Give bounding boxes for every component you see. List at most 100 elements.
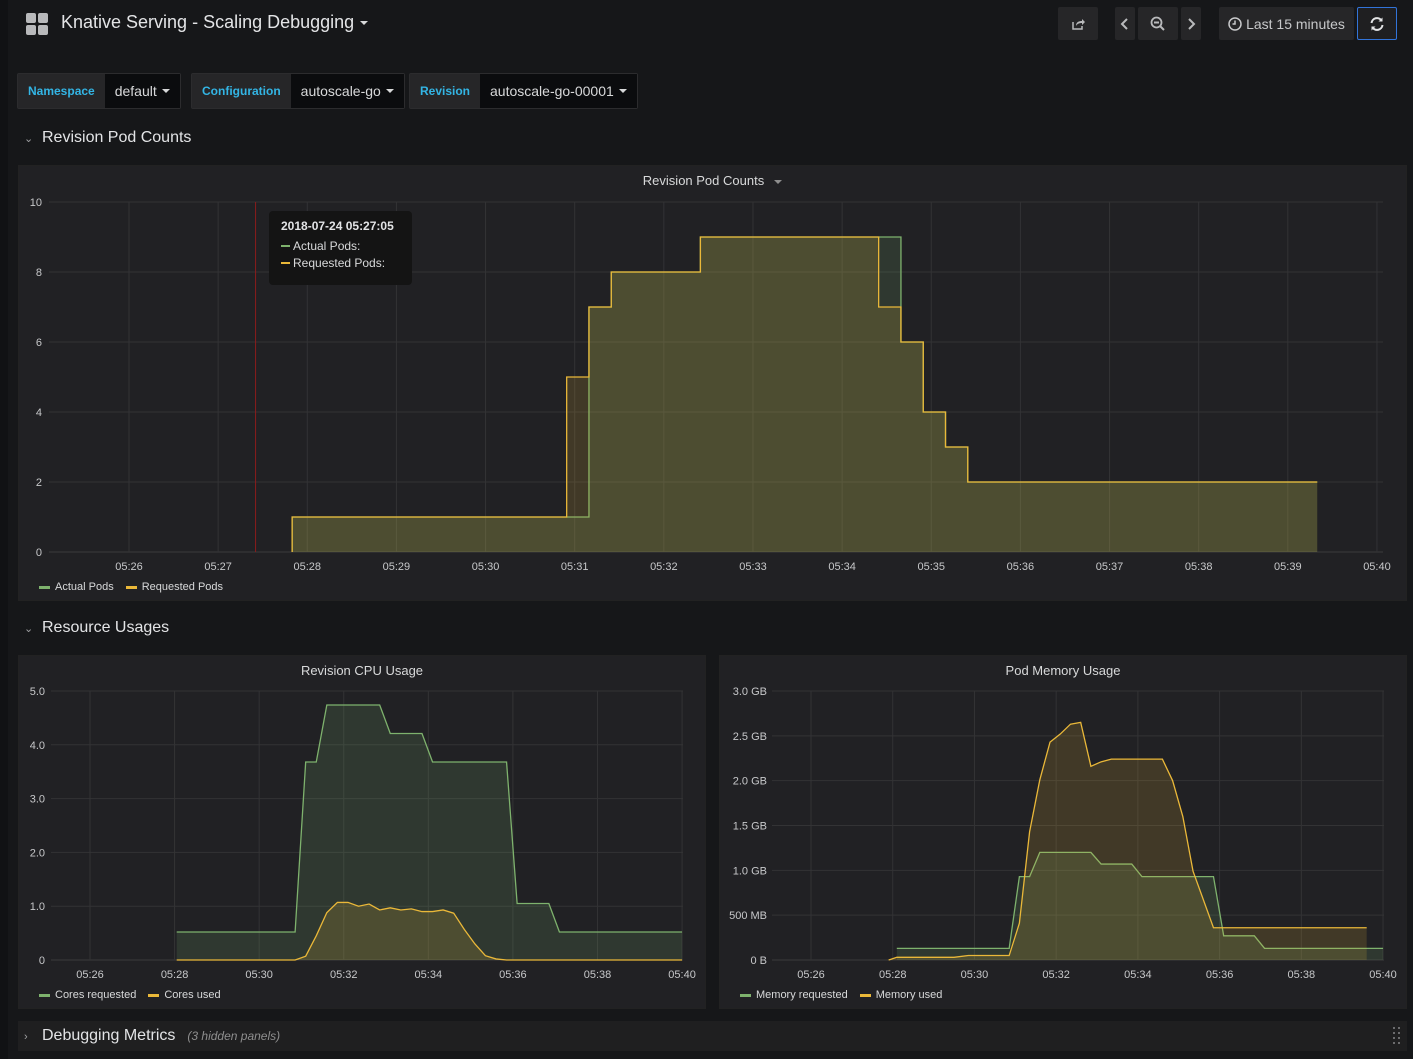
x-tick-label: 05:36: [1007, 561, 1035, 573]
caret-down-icon: [618, 89, 627, 93]
pod-counts-chart[interactable]: 0 2 4 6 8 10 05:26 05:27 05:28 05:29 05:30 05:31 05:…: [19, 166, 1408, 602]
legend-item-cores-used[interactable]: Cores used: [148, 989, 221, 1001]
time-range-label: Last 15 minutes: [1246, 15, 1345, 32]
configuration-label: Configuration: [192, 74, 291, 108]
x-tick-label: 05:32: [1042, 969, 1070, 981]
time-picker-button[interactable]: Last 15 minutes: [1219, 7, 1354, 40]
drag-handle[interactable]: [1393, 1027, 1401, 1045]
legend-swatch: [859, 993, 871, 997]
x-tick-label: 05:32: [650, 561, 678, 573]
x-tick-label: 05:38: [1288, 969, 1316, 981]
x-tick-label: 05:40: [1363, 561, 1391, 573]
memory-usage-chart[interactable]: 0 B 500 MB 1.0 GB 1.5 GB 2.0 GB 2.5 GB 3.0 GB 0…: [720, 656, 1408, 1010]
panel-revision-pod-counts: Revision Pod Counts 0 2 4 6 8 10 05:26 05:27 05:…: [18, 165, 1407, 601]
y-tick-label: 2.0: [30, 847, 45, 859]
row-title-text: Debugging Metrics: [42, 1027, 176, 1044]
y-tick-label: 1.0 GB: [733, 865, 767, 877]
legend-item-requested-pods[interactable]: Requested Pods: [125, 581, 224, 593]
legend-swatch: [39, 585, 50, 589]
refresh-button[interactable]: [1357, 7, 1397, 40]
x-tick-label: 05:36: [499, 969, 527, 981]
x-tick-label: 05:34: [828, 561, 856, 573]
zoom-out-icon: [1150, 16, 1165, 31]
legend-item-actual-pods[interactable]: Actual Pods: [39, 581, 114, 593]
y-tick-label: 1.0: [30, 901, 45, 913]
dashboard-grid-icon: [26, 13, 48, 35]
legend-item-cores-requested[interactable]: Cores requested: [39, 989, 136, 1001]
series-area-1: [888, 722, 1367, 960]
time-back-button[interactable]: [1115, 7, 1135, 40]
legend-label: Actual Pods: [55, 581, 114, 593]
configuration-value: autoscale-go: [300, 83, 381, 99]
revision-select[interactable]: autoscale-go-00001: [480, 74, 637, 108]
x-tick-label: 05:27: [204, 561, 232, 573]
legend-swatch: [125, 585, 137, 589]
hidden-panels-note: (3 hidden panels): [187, 1029, 281, 1043]
row-revision-pod-counts[interactable]: ⌄ Revision Pod Counts: [24, 129, 191, 147]
row-debugging-metrics[interactable]: › Debugging Metrics (3 hidden panels): [18, 1021, 1407, 1051]
y-tick-label: 3.0 GB: [733, 686, 767, 698]
namespace-select[interactable]: default: [104, 74, 180, 108]
memory-legend: Memory requested Memory used: [740, 989, 942, 1001]
legend-item-memory-requested[interactable]: Memory requested: [740, 989, 848, 1001]
chevron-down-icon: ⌄: [24, 623, 34, 635]
tooltip-label: Requested Pods:: [293, 256, 386, 270]
y-tick-label: 0: [39, 955, 45, 967]
x-tick-label: 05:34: [415, 969, 443, 981]
x-tick-label: 05:35: [917, 561, 945, 573]
x-tick-label: 05:31: [561, 561, 589, 573]
y-tick-label: 500 MB: [729, 910, 767, 922]
revision-variable: Revision autoscale-go-00001: [409, 73, 638, 109]
refresh-icon: [1370, 16, 1384, 31]
x-tick-label: 05:40: [1369, 969, 1397, 981]
clock-icon: [1228, 16, 1242, 31]
panel-revision-cpu-usage: Revision CPU Usage 0 1.0 2.0 3.0 4.0 5.0 05:26…: [18, 655, 706, 1009]
y-tick-label: 0: [36, 547, 42, 559]
y-tick-label: 1.5 GB: [733, 821, 767, 833]
dashboard-title[interactable]: Knative Serving - Scaling Debugging: [61, 12, 369, 33]
x-tick-label: 05:26: [76, 969, 104, 981]
cpu-legend: Cores requested Cores used: [39, 989, 221, 1001]
row-resource-usages[interactable]: ⌄ Resource Usages: [24, 619, 169, 637]
time-forward-button[interactable]: [1181, 7, 1201, 40]
series-area-1: [292, 237, 1318, 552]
x-tick-label: 05:28: [161, 969, 189, 981]
legend-swatch: [148, 993, 160, 997]
x-tick-label: 05:32: [330, 969, 358, 981]
sidebar-edge: [0, 0, 8, 1059]
y-tick-label: 6: [36, 337, 42, 349]
tooltip-time: 2018-07-24 05:27:05: [281, 219, 394, 233]
x-tick-label: 05:26: [115, 561, 143, 573]
legend-label: Memory requested: [756, 989, 848, 1001]
legend-item-memory-used[interactable]: Memory used: [859, 989, 942, 1001]
legend-swatch: [39, 993, 50, 997]
namespace-label: Namespace: [18, 74, 105, 108]
x-tick-label: 05:30: [472, 561, 500, 573]
x-tick-label: 05:34: [1124, 969, 1152, 981]
legend-label: Requested Pods: [141, 581, 224, 593]
cpu-usage-chart[interactable]: 0 1.0 2.0 3.0 4.0 5.0 05:26 05:28 05:30 05:32 05:3…: [19, 656, 707, 1010]
zoom-out-button[interactable]: [1138, 7, 1178, 40]
pod-counts-legend: Actual Pods Requested Pods: [39, 581, 223, 593]
chevron-down-icon: ⌄: [24, 133, 34, 145]
x-tick-label: 05:40: [668, 969, 696, 981]
y-tick-label: 4: [36, 407, 42, 419]
chevron-right-icon: [1188, 17, 1196, 30]
revision-value: autoscale-go-00001: [490, 83, 614, 99]
x-tick-label: 05:33: [739, 561, 767, 573]
x-tick-label: 05:26: [797, 969, 825, 981]
x-tick-label: 05:30: [245, 969, 273, 981]
chevron-left-icon: [1120, 17, 1128, 30]
y-tick-label: 3.0: [30, 794, 45, 806]
caret-down-icon: [385, 89, 394, 93]
namespace-variable: Namespace default: [17, 73, 181, 109]
y-tick-label: 2.0 GB: [733, 776, 767, 788]
x-tick-label: 05:38: [584, 969, 612, 981]
legend-swatch: [740, 993, 751, 997]
configuration-select[interactable]: autoscale-go: [290, 74, 404, 108]
caret-down-icon: [360, 21, 369, 26]
share-button[interactable]: [1058, 7, 1098, 40]
namespace-value: default: [114, 83, 157, 99]
y-tick-label: 10: [30, 197, 42, 209]
y-tick-label: 0 B: [750, 955, 767, 967]
